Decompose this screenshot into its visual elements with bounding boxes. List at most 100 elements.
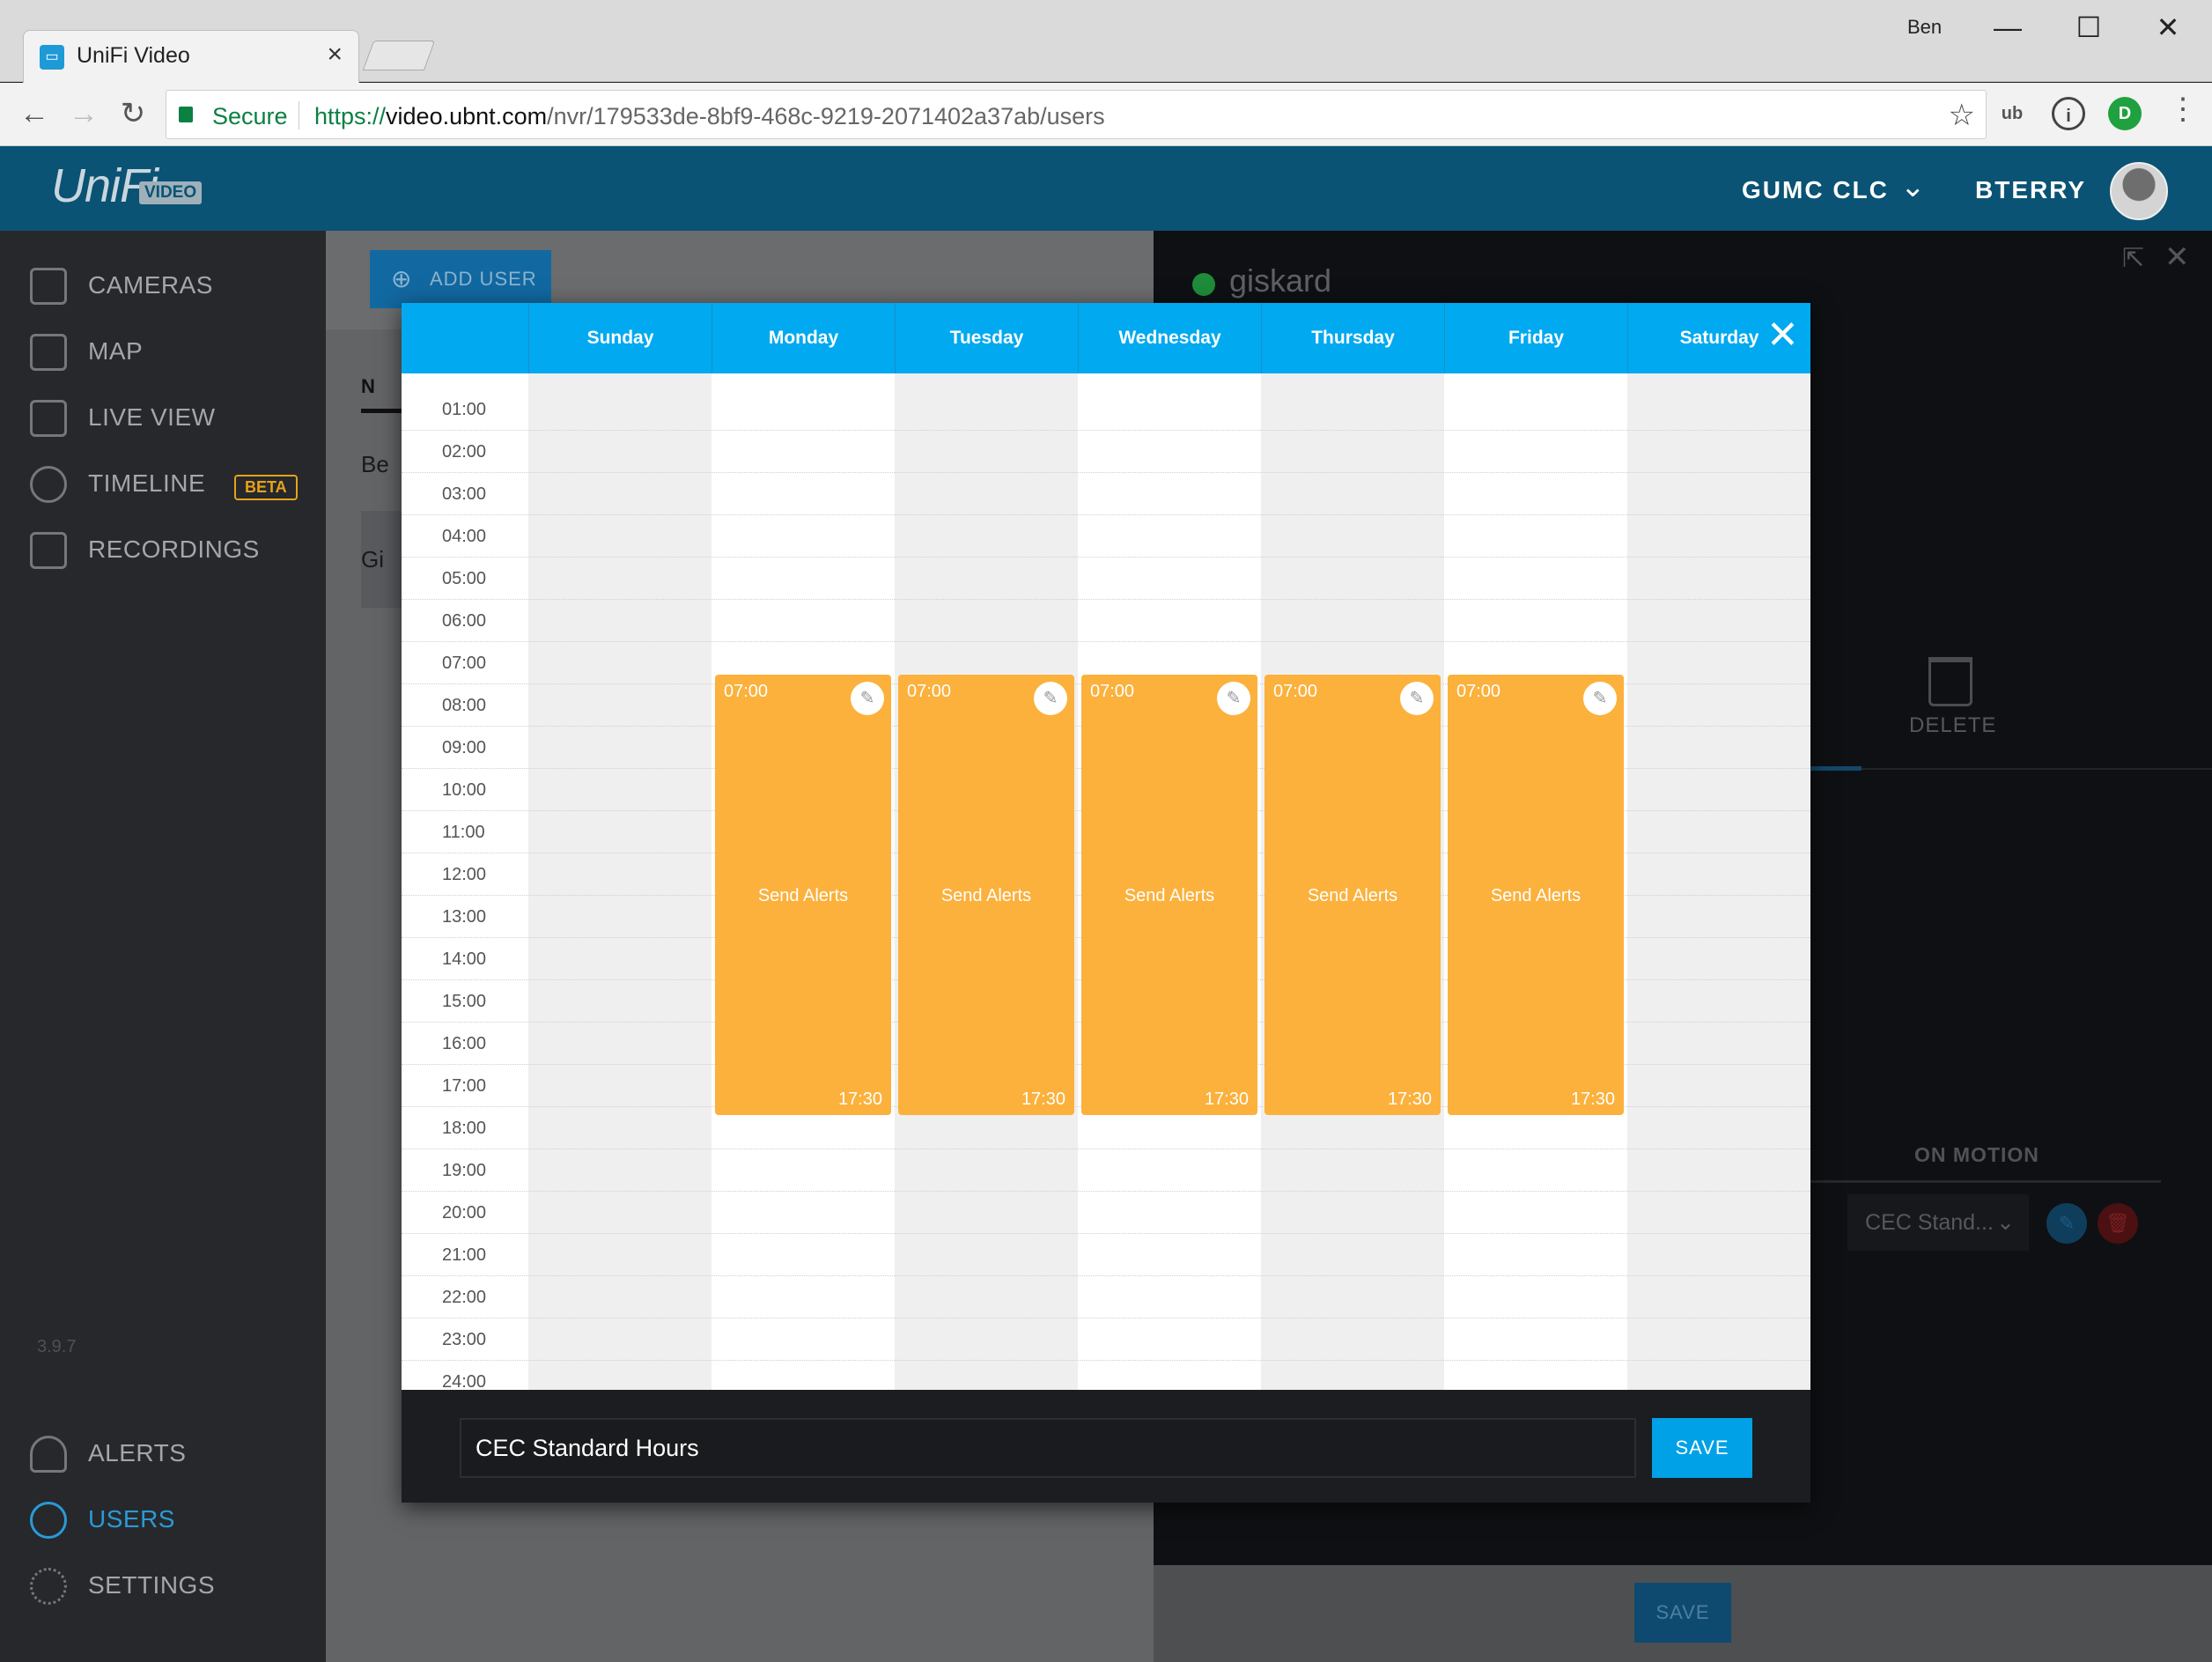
play-icon xyxy=(30,532,67,569)
hour-gridline xyxy=(402,1318,1810,1319)
maximize-button[interactable]: ☐ xyxy=(2053,5,2124,49)
hour-label: 07:00 xyxy=(442,654,487,673)
onepassword-extension-icon[interactable]: i xyxy=(2052,97,2085,130)
wrench-icon[interactable]: ✎ xyxy=(851,682,884,715)
chevron-down-icon: ⌄ xyxy=(1996,1210,2015,1235)
panel-save-button[interactable]: SAVE xyxy=(1634,1583,1731,1643)
hour-label: 17:00 xyxy=(442,1076,487,1096)
hour-label: 05:00 xyxy=(442,569,487,588)
sidebar-item-timeline[interactable]: TIMELINE BETA xyxy=(30,462,312,506)
slot-action-label: Send Alerts xyxy=(757,886,849,905)
modal-close-icon[interactable]: ✕ xyxy=(1766,314,1799,358)
lock-icon xyxy=(179,107,193,122)
schedule-slot-wednesday[interactable]: 07:00 17:30 Send Alerts ✎ xyxy=(1081,675,1257,1115)
delete-user-button[interactable]: DELETE xyxy=(1909,713,1996,738)
hour-label: 14:00 xyxy=(442,949,487,969)
sidebar-item-label: SETTINGS xyxy=(88,1571,216,1599)
url-scheme: https:// xyxy=(314,103,387,129)
slot-action-label: Send Alerts xyxy=(1124,886,1215,905)
schedule-grid[interactable]: 01:00 02:00 03:00 04:00 05:00 06:00 07:00 08:00… xyxy=(402,373,1810,1390)
schedule-slot-friday[interactable]: 07:00 17:30 Send Alerts ✎ xyxy=(1448,675,1624,1115)
current-user-name[interactable]: BTERRY xyxy=(1975,176,2086,204)
on-motion-header: ON MOTION xyxy=(1914,1143,2039,1166)
slot-start-time: 07:00 xyxy=(1273,682,1318,701)
wrench-icon[interactable]: ✎ xyxy=(1217,682,1250,715)
day-column-sunday[interactable] xyxy=(528,373,712,1390)
new-tab-button[interactable] xyxy=(362,41,436,70)
day-header-friday: Friday xyxy=(1444,303,1627,373)
schedule-select[interactable]: CEC Stand... ⌄ xyxy=(1847,1194,2029,1251)
ghostery-extension-icon[interactable]: D xyxy=(2108,97,2142,130)
user-detail-name: giskard xyxy=(1229,262,1332,299)
hour-label: 16:00 xyxy=(442,1034,487,1053)
hour-label: 04:00 xyxy=(442,527,487,546)
bookmark-star-icon[interactable]: ☆ xyxy=(1949,98,1975,133)
hour-label: 23:00 xyxy=(442,1330,487,1349)
slot-start-time: 07:00 xyxy=(724,682,769,701)
reload-icon[interactable]: ↻ xyxy=(113,93,153,134)
schedule-slot-tuesday[interactable]: 07:00 17:30 Send Alerts ✎ xyxy=(898,675,1074,1115)
wrench-icon[interactable]: ✎ xyxy=(1400,682,1434,715)
browser-titlebar: ▭ UniFi Video × Ben — ☐ ✕ xyxy=(0,0,2212,83)
slot-start-time: 07:00 xyxy=(1456,682,1501,701)
back-icon[interactable]: ← xyxy=(14,93,55,134)
hour-label: 03:00 xyxy=(442,484,487,504)
minimize-button[interactable]: — xyxy=(1972,5,2043,49)
name-column-header[interactable]: N xyxy=(361,375,375,398)
sidebar-item-settings[interactable]: SETTINGS xyxy=(30,1564,312,1608)
slot-end-time: 17:30 xyxy=(837,1090,882,1109)
app-header: UniFi VIDEO GUMC CLC ⌄ BTERRY xyxy=(0,146,2212,231)
sidebar-item-label: ALERTS xyxy=(88,1439,187,1466)
schedule-save-button[interactable]: SAVE xyxy=(1652,1418,1752,1478)
sidebar-item-recordings[interactable]: RECORDINGS xyxy=(30,528,312,572)
trash-icon[interactable] xyxy=(1928,657,1972,706)
slot-action-label: Send Alerts xyxy=(940,886,1032,905)
sidebar-item-label: RECORDINGS xyxy=(88,536,260,563)
schedule-slot-thursday[interactable]: 07:00 17:30 Send Alerts ✎ xyxy=(1265,675,1441,1115)
sidebar-item-label: LIVE VIEW xyxy=(88,403,216,431)
ublock-extension-icon[interactable]: ub xyxy=(1995,97,2029,130)
add-user-button[interactable]: ⊕ ADD USER xyxy=(370,250,551,308)
browser-toolbar: ← → ↻ Secure https://video.ubnt.com/nvr/… xyxy=(0,83,2212,146)
day-header-sunday: Sunday xyxy=(528,303,712,373)
tab-close-icon[interactable]: × xyxy=(327,40,343,70)
hour-gridline xyxy=(402,1275,1810,1276)
day-column-saturday[interactable] xyxy=(1627,373,1810,1390)
delete-schedule-icon[interactable]: 🗑 xyxy=(2098,1203,2138,1244)
schedule-slot-monday[interactable]: 07:00 17:30 Send Alerts ✎ xyxy=(715,675,891,1115)
expand-icon[interactable]: ⇱ xyxy=(2122,243,2144,274)
app-version: 3.9.7 xyxy=(37,1337,77,1356)
avatar[interactable] xyxy=(2110,162,2168,220)
slot-end-time: 17:30 xyxy=(1204,1090,1249,1109)
beta-badge: BETA xyxy=(234,475,298,500)
edit-schedule-icon[interactable]: ✎ xyxy=(2046,1203,2087,1244)
wrench-icon[interactable]: ✎ xyxy=(1583,682,1617,715)
hour-label: 12:00 xyxy=(442,865,487,884)
address-bar[interactable]: Secure https://video.ubnt.com/nvr/179533… xyxy=(166,90,1987,139)
sidebar-item-users[interactable]: USERS xyxy=(30,1498,312,1542)
slot-start-time: 07:00 xyxy=(907,682,952,701)
hour-label: 19:00 xyxy=(442,1161,487,1180)
profile-name[interactable]: Ben xyxy=(1907,16,1942,39)
day-header-thursday: Thursday xyxy=(1261,303,1444,373)
sidebar-item-map[interactable]: MAP xyxy=(30,330,312,374)
chevron-down-icon[interactable]: ⌄ xyxy=(1900,169,1926,204)
browser-menu-icon[interactable]: ⋮ xyxy=(2168,92,2198,127)
window-close-button[interactable]: ✕ xyxy=(2133,5,2203,49)
url-path: /nvr/179533de-8bf9-468c-9219-2071402a37a… xyxy=(547,103,1105,129)
url-text[interactable]: https://video.ubnt.com/nvr/179533de-8bf9… xyxy=(314,103,1105,130)
wrench-icon[interactable]: ✎ xyxy=(1034,682,1067,715)
sidebar-item-label: MAP xyxy=(88,337,144,365)
close-icon[interactable]: ✕ xyxy=(2164,240,2190,275)
schedule-name-input[interactable] xyxy=(460,1418,1636,1478)
forward-icon[interactable]: → xyxy=(63,93,104,134)
site-selector[interactable]: GUMC CLC xyxy=(1742,176,1889,204)
sidebar-item-alerts[interactable]: ALERTS xyxy=(30,1432,312,1476)
hour-gridline xyxy=(402,1233,1810,1234)
browser-tab[interactable]: ▭ UniFi Video × xyxy=(23,30,359,83)
sidebar-item-label: USERS xyxy=(88,1505,175,1533)
sidebar-item-label: CAMERAS xyxy=(88,271,213,299)
clock-icon xyxy=(30,466,67,503)
sidebar-item-live-view[interactable]: LIVE VIEW xyxy=(30,396,312,440)
sidebar-item-cameras[interactable]: CAMERAS xyxy=(30,264,312,308)
